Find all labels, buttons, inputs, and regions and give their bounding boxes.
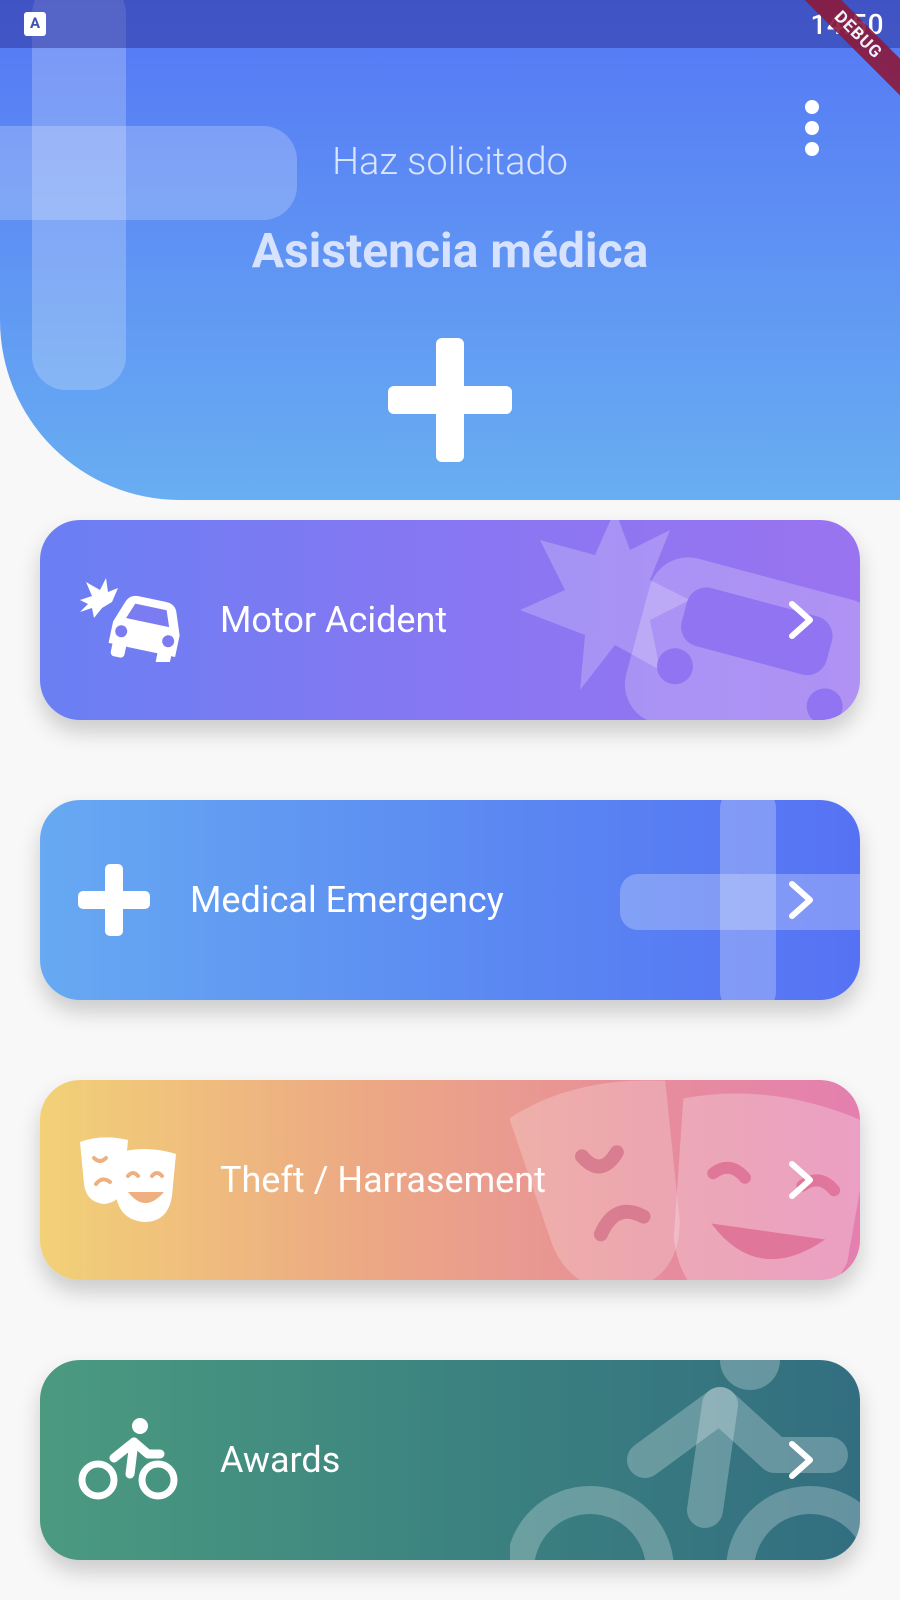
- header-title: Asistencia médica: [251, 222, 649, 279]
- theater-masks-icon: [80, 1137, 176, 1222]
- chevron-right-icon: [789, 601, 813, 639]
- card-label: Awards: [220, 1439, 341, 1481]
- chevron-right-icon: [789, 881, 813, 919]
- chevron-right-icon: [789, 1161, 813, 1199]
- header-subtitle: Haz solicitado: [332, 140, 568, 184]
- more-vert-dot: [805, 121, 819, 135]
- header-banner: Haz solicitado Asistencia médica: [0, 0, 900, 500]
- card-label: Medical Emergency: [190, 879, 504, 921]
- status-bar: A 14:50: [0, 0, 900, 48]
- card-label: Theft / Harrasement: [220, 1159, 546, 1201]
- theft-harassment-card[interactable]: Theft / Harrasement: [40, 1080, 860, 1280]
- motor-accident-card[interactable]: Motor Acident: [40, 520, 860, 720]
- plus-icon: [388, 338, 512, 462]
- card-label: Motor Acident: [220, 599, 448, 641]
- plus-icon: [78, 864, 150, 936]
- biking-icon: [78, 1418, 178, 1500]
- app-notification-icon: A: [24, 12, 46, 36]
- chevron-right-icon: [789, 1441, 813, 1479]
- plus-decoration: [620, 800, 860, 1000]
- more-vert-icon: [805, 100, 819, 114]
- awards-card[interactable]: Awards: [40, 1360, 860, 1560]
- car-crash-icon: [80, 578, 180, 662]
- medical-emergency-card[interactable]: Medical Emergency: [40, 800, 860, 1000]
